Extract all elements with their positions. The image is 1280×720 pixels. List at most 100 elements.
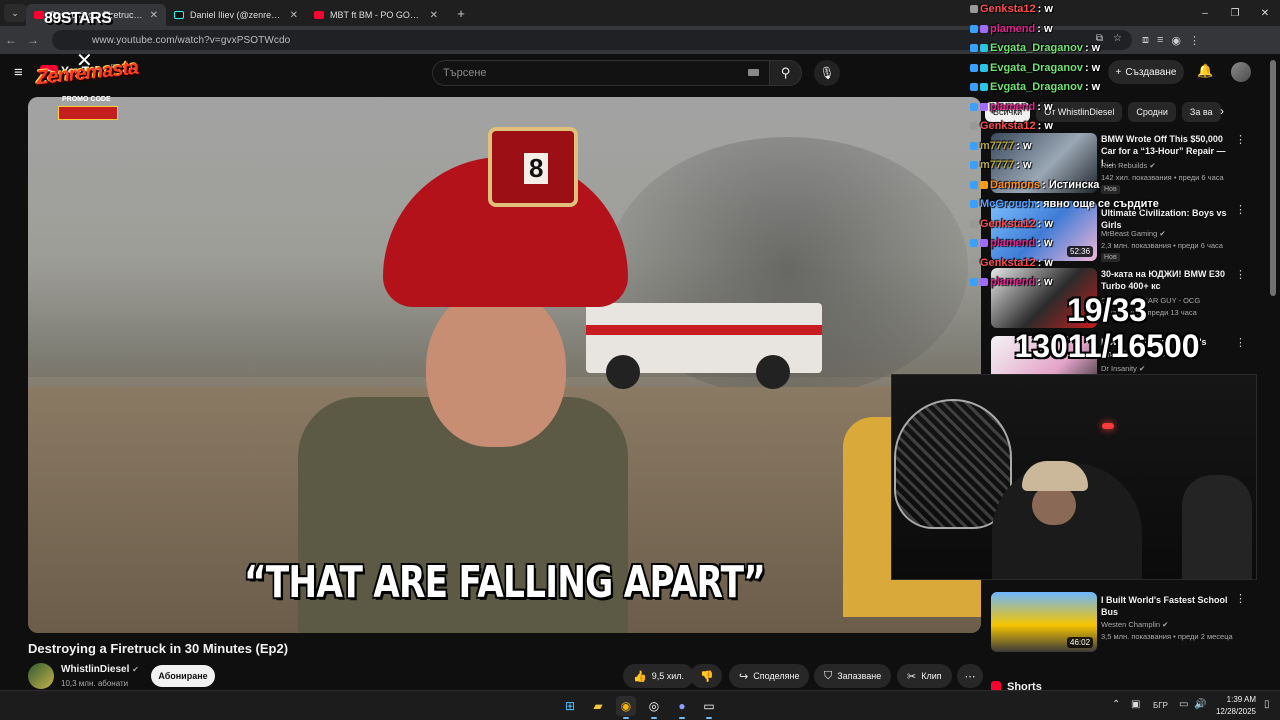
- save-button[interactable]: ⛉ Запазване: [814, 664, 892, 688]
- subscribe-button[interactable]: Абониране: [151, 665, 215, 687]
- windows-start-button[interactable]: ⊞: [560, 696, 580, 716]
- channel-name[interactable]: WhistlinDiesel ✔: [61, 664, 139, 675]
- page-scrollbar[interactable]: [1270, 60, 1276, 296]
- more-vertical-icon[interactable]: ⋮: [1235, 133, 1246, 146]
- terminal-taskbar-button[interactable]: ▭: [699, 696, 719, 719]
- keyboard-icon[interactable]: [748, 69, 759, 76]
- discord-taskbar-button[interactable]: ●: [672, 696, 692, 719]
- browser-tab[interactable]: Daniel Iliev (@zenremasta) | TikTok ✕: [166, 4, 306, 26]
- chat-text: : w: [1037, 218, 1053, 230]
- recommendation-channel: Rich Rebuilds ✔: [1101, 161, 1156, 170]
- chat-user: plamend: [990, 237, 1036, 249]
- hamburger-menu-icon[interactable]: ≡: [14, 64, 23, 81]
- chat-badge-icon: [970, 103, 978, 111]
- counter-total: 13011/16500: [1014, 328, 1200, 364]
- chat-user: Danmons: [990, 179, 1041, 191]
- browser-tab-strip: ⌄ Destroying a Firetruck in 30 Minutes ✕…: [0, 0, 1280, 26]
- recommendation-title[interactable]: 30-ката на ЮДЖИ! BMW E30 Turbo 400+ кс: [1101, 268, 1229, 292]
- brand-stars-text: 89STARS: [44, 10, 112, 27]
- bookmark-star-icon[interactable]: ☆: [1113, 33, 1122, 44]
- tab-title: MBT ft BM - PO GORESHTOTO: [330, 10, 424, 20]
- recommendation-item[interactable]: 46:02 I Built World's Fastest School Bus…: [991, 592, 1246, 652]
- chat-text: : w: [1084, 42, 1101, 54]
- chip-for-you[interactable]: За ва: [1181, 102, 1221, 122]
- create-button[interactable]: + Създаване: [1108, 60, 1184, 84]
- tab-list-button[interactable]: ⌄: [4, 4, 26, 22]
- chat-message: Evgata_Draganov: w: [970, 40, 1100, 56]
- chat-user: Evgata_Draganov: [990, 42, 1083, 54]
- chat-user: Evgata_Draganov: [990, 62, 1083, 74]
- chat-badge-icon: [980, 239, 988, 247]
- tiktok-icon: [174, 11, 184, 19]
- minimize-button[interactable]: –: [1190, 0, 1220, 26]
- chevron-right-icon[interactable]: ›: [1220, 104, 1224, 118]
- search-input[interactable]: Търсене: [432, 60, 770, 86]
- chat-user: Genksta12: [980, 120, 1036, 132]
- channel-avatar[interactable]: [28, 663, 54, 689]
- volume-icon[interactable]: 🔊: [1194, 699, 1206, 710]
- back-icon[interactable]: ←: [0, 33, 22, 47]
- share-icon: ↪: [739, 670, 749, 683]
- language-indicator[interactable]: БГР: [1153, 701, 1168, 710]
- system-clock[interactable]: 1:39 AM 12/28/2025: [1212, 694, 1256, 718]
- close-tab-icon[interactable]: ✕: [430, 10, 438, 21]
- maximize-button[interactable]: ❐: [1220, 0, 1250, 26]
- more-vertical-icon[interactable]: ⋮: [1235, 268, 1246, 281]
- video-player[interactable]: 8 “THAT ARE FALLING APART”: [28, 97, 981, 633]
- profile-icon[interactable]: ◉: [1171, 34, 1181, 47]
- chat-message: Evgata_Draganov: w: [970, 60, 1100, 76]
- tray-app-icon[interactable]: ▣: [1131, 699, 1140, 710]
- more-vertical-icon[interactable]: ⋮: [1235, 336, 1241, 349]
- notifications-bell-icon[interactable]: 🔔: [1197, 63, 1213, 79]
- share-button[interactable]: ↪ Споделяне: [729, 664, 810, 688]
- webcam-overlay: [891, 374, 1257, 580]
- file-explorer-button[interactable]: ▰: [588, 696, 608, 716]
- video-firetruck: [586, 303, 822, 389]
- chat-badge-icon: [980, 44, 988, 52]
- extensions-icon[interactable]: ⧈: [1142, 34, 1149, 47]
- chat-badge-icon: [980, 181, 988, 189]
- network-icon[interactable]: ▭: [1179, 699, 1188, 710]
- recommendation-meta: 142 хил. показвания • преди 6 часа: [1101, 173, 1224, 182]
- chat-text: : w: [1084, 81, 1101, 93]
- more-menu-icon[interactable]: ⋮: [1189, 34, 1200, 47]
- account-avatar[interactable]: [1231, 62, 1251, 82]
- chat-message: plamend: w: [970, 274, 1053, 290]
- terminal-icon: ▭: [703, 699, 715, 713]
- recommendation-channel: MrBeast Gaming ✔: [1101, 229, 1166, 238]
- close-tab-icon[interactable]: ✕: [290, 10, 298, 21]
- close-window-button[interactable]: ✕: [1250, 0, 1280, 26]
- chrome-icon: ◉: [620, 699, 632, 713]
- video-duration: 52:36: [1067, 246, 1094, 257]
- media-icon[interactable]: ≡: [1157, 34, 1163, 47]
- tray-overflow-icon[interactable]: ⌃: [1112, 699, 1120, 710]
- chat-text: : w: [1016, 159, 1032, 171]
- chat-message: plamend: w: [970, 99, 1053, 115]
- microphone-icon: 🎙: [819, 66, 835, 80]
- clip-button[interactable]: ✂ Клип: [897, 664, 952, 688]
- more-actions-button[interactable]: ⋯: [957, 664, 983, 688]
- windows-taskbar: ⊞ ▰ ◉ ◎ ● ▭ ⌃ ▣ БГР ▭ 🔊 1:39 AM 12/28/20…: [0, 690, 1280, 720]
- close-tab-icon[interactable]: ✕: [150, 10, 158, 21]
- notification-center-icon[interactable]: ▯: [1264, 699, 1270, 710]
- voice-search-button[interactable]: 🎙: [814, 60, 840, 86]
- stream-brand-overlay: 89STARS ✕ Zenremasta PROMO CODE: [35, 10, 146, 122]
- new-tab-button[interactable]: +: [452, 6, 470, 21]
- search-button[interactable]: ⚲: [770, 60, 802, 86]
- app-taskbar-button[interactable]: ◎: [644, 696, 664, 719]
- helmet-badge: 8: [488, 127, 578, 207]
- more-vertical-icon[interactable]: ⋮: [1235, 203, 1246, 216]
- chat-message: Genksta12: w: [970, 255, 1053, 271]
- more-vertical-icon[interactable]: ⋮: [1235, 592, 1246, 605]
- chat-text: : w: [1016, 140, 1032, 152]
- webcam-streamer-cap: [1022, 461, 1088, 491]
- chrome-taskbar-button[interactable]: ◉: [616, 696, 636, 719]
- chat-badge-icon: [970, 25, 978, 33]
- like-count: 9,5 хил.: [651, 671, 684, 681]
- chip-related[interactable]: Сродни: [1128, 102, 1176, 122]
- dislike-button[interactable]: 👎: [690, 664, 722, 688]
- chat-badge-icon: [980, 64, 988, 72]
- browser-tab[interactable]: MBT ft BM - PO GORESHTOTO ✕: [306, 4, 446, 26]
- recommendation-title[interactable]: I Built World's Fastest School Bus: [1101, 594, 1229, 618]
- like-button[interactable]: 👍 9,5 хил.: [623, 664, 694, 688]
